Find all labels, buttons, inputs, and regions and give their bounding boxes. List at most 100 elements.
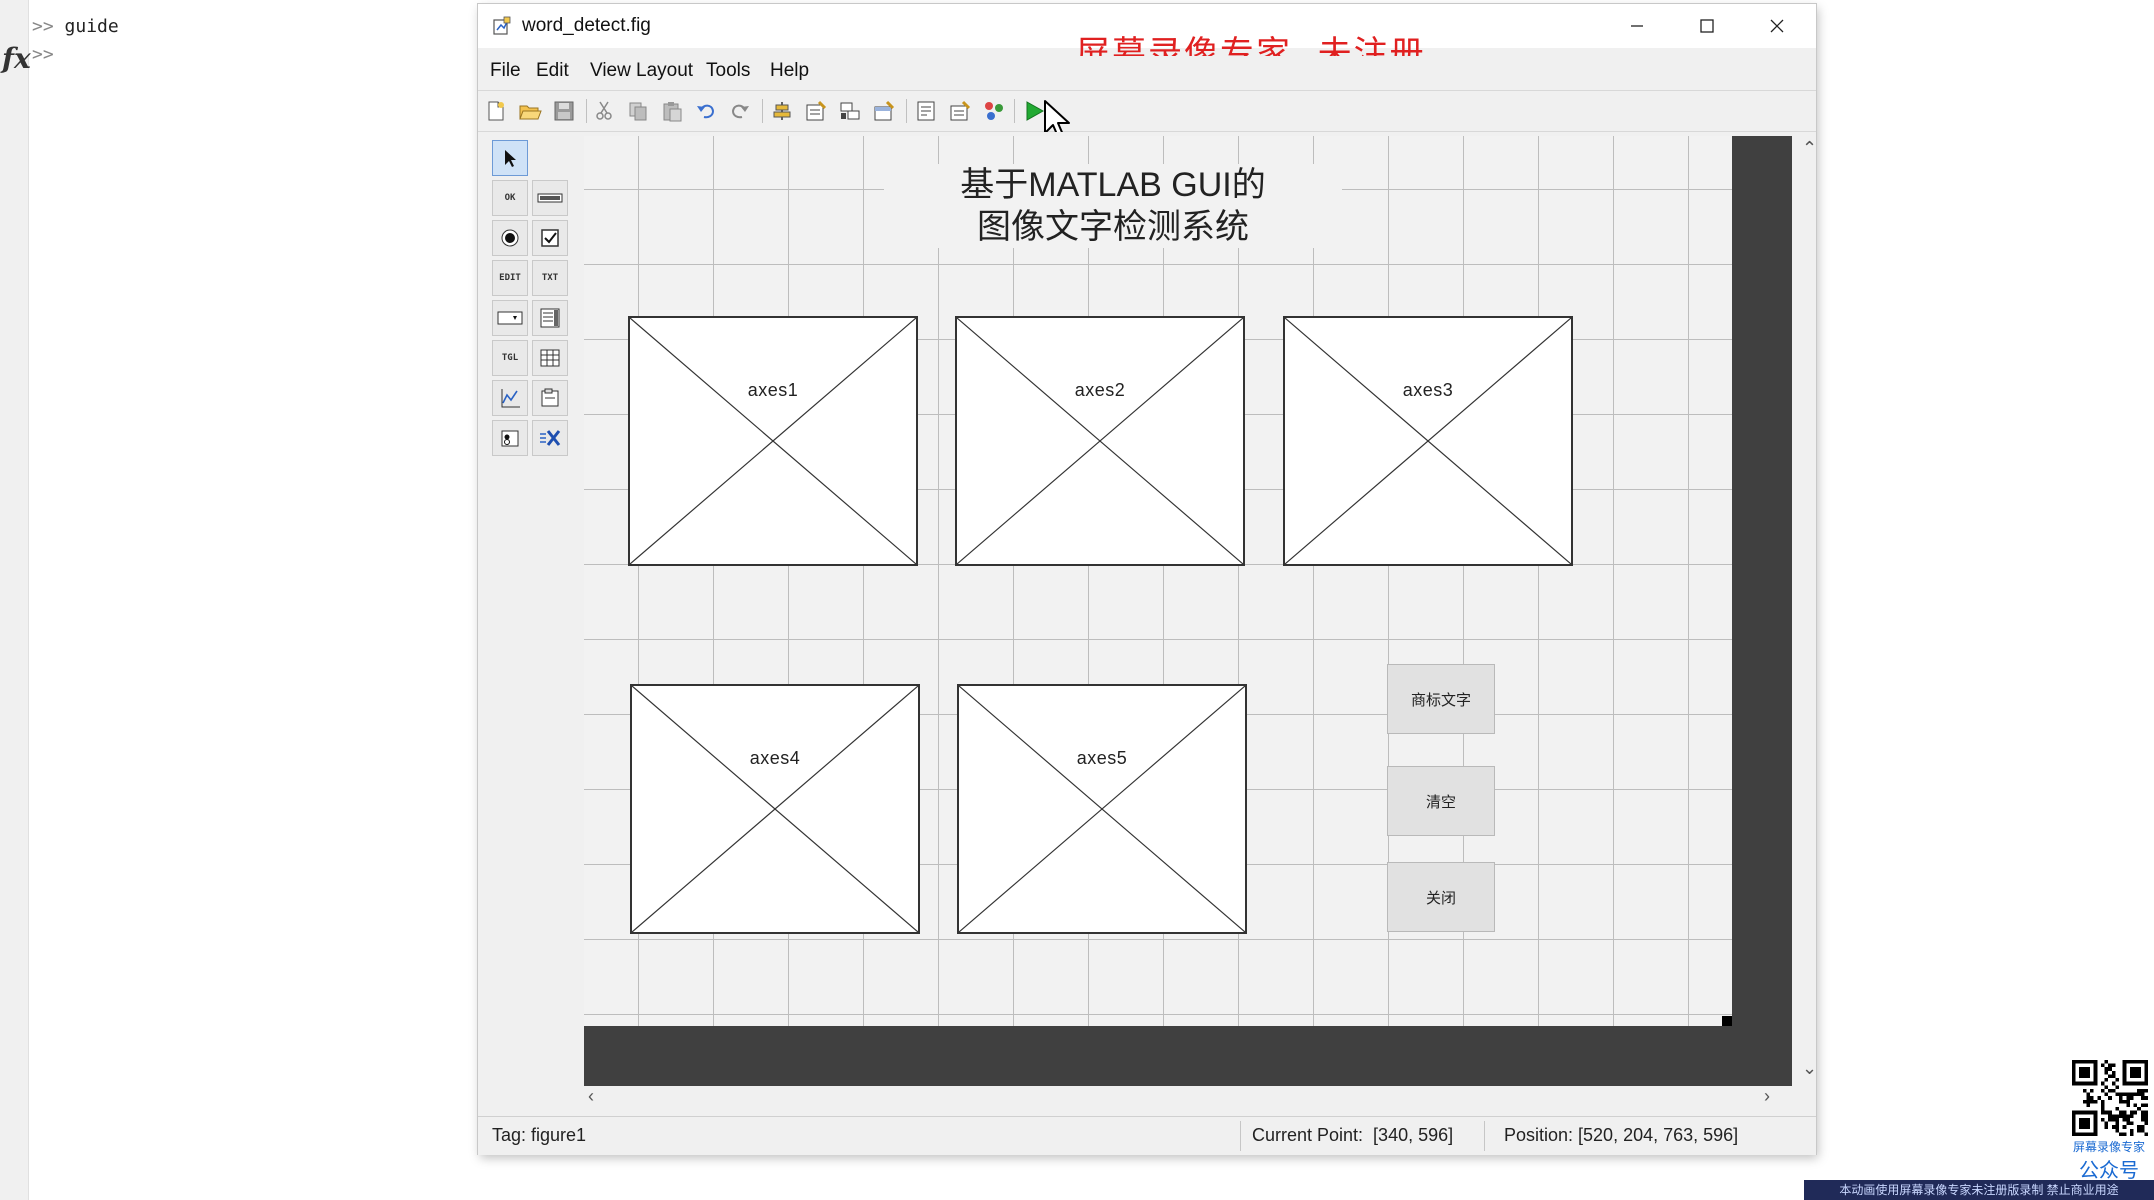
align-objects-icon xyxy=(773,102,791,120)
axes2-placeholder[interactable]: axes2 xyxy=(955,316,1245,566)
gui-title-static-text[interactable]: 基于MATLAB GUI的 图像文字检测系统 xyxy=(884,164,1342,248)
maximize-icon xyxy=(1700,19,1714,33)
axes-label: axes5 xyxy=(1074,748,1130,768)
check-box-tool-icon xyxy=(540,228,560,248)
axes-tool-icon xyxy=(499,387,521,409)
axes3-placeholder[interactable]: axes3 xyxy=(1283,316,1573,566)
editor-icon xyxy=(917,101,935,121)
status-separator xyxy=(1484,1121,1485,1151)
slider-tool-button[interactable] xyxy=(532,180,568,216)
menu-tools[interactable]: Tools xyxy=(706,60,750,82)
paste-icon xyxy=(663,102,682,122)
axes-cross-icon xyxy=(959,686,1245,932)
title-bar[interactable]: word_detect.fig 屏幕录像专家 未注册 xyxy=(478,4,1816,74)
object-browser-button[interactable] xyxy=(980,97,1008,125)
axes-cross-icon xyxy=(630,318,916,564)
panel-tool-icon xyxy=(539,387,561,409)
close-icon xyxy=(1770,19,1784,33)
popup-menu-tool-icon xyxy=(497,310,523,326)
horizontal-scrollbar[interactable]: ‹ › xyxy=(584,1086,1796,1112)
panel-tool-button[interactable] xyxy=(532,380,568,416)
copy-button[interactable] xyxy=(624,97,652,125)
scroll-left-icon[interactable]: ‹ xyxy=(588,1086,594,1107)
listbox-tool-button[interactable] xyxy=(532,300,568,336)
axes5-placeholder[interactable]: axes5 xyxy=(957,684,1247,934)
redo-button[interactable] xyxy=(726,97,754,125)
status-current-point: Current Point: [340, 596] xyxy=(1252,1125,1454,1145)
tab-order-button[interactable] xyxy=(836,97,864,125)
align-objects-button[interactable] xyxy=(768,97,796,125)
toggle-button-tool-button[interactable]: TGL xyxy=(492,340,528,376)
toolbar-editor-button[interactable] xyxy=(870,97,898,125)
vertical-scrollbar[interactable]: ⌃ ⌄ xyxy=(1796,132,1822,1088)
axes-tool-button[interactable] xyxy=(492,380,528,416)
edit-text-tool-button[interactable]: EDIT xyxy=(492,260,528,296)
figure-resize-handle[interactable] xyxy=(1722,1016,1732,1026)
radio-button-tool-button[interactable] xyxy=(492,220,528,256)
toolbar-separator xyxy=(762,99,763,123)
save-button[interactable] xyxy=(550,97,578,125)
command-window-gutter xyxy=(0,0,29,1200)
qr-caption-small: 屏幕录像专家 xyxy=(2072,1140,2145,1154)
layout-canvas[interactable]: 基于MATLAB GUI的 图像文字检测系统 axes1 axes2 axes3… xyxy=(584,132,1817,1106)
menu-bar: File Edit Layout View Tools Help xyxy=(478,56,1816,88)
minimize-icon xyxy=(1631,25,1643,27)
tab-order-icon xyxy=(840,102,860,120)
menu-view[interactable]: View xyxy=(590,60,631,82)
axes4-placeholder[interactable]: axes4 xyxy=(630,684,920,934)
static-text-tool-button[interactable]: TXT xyxy=(532,260,568,296)
property-inspector-button[interactable] xyxy=(946,97,974,125)
toolbar-editor-icon xyxy=(874,100,895,121)
cut-button[interactable] xyxy=(590,97,618,125)
activex-tool-button[interactable] xyxy=(532,420,568,456)
status-bar: Tag: figure1 Current Point: [340, 596] P… xyxy=(478,1116,1816,1155)
button-group-tool-icon xyxy=(499,427,521,449)
property-inspector-icon xyxy=(950,100,971,121)
command-line-2[interactable]: >> xyxy=(32,44,54,65)
scroll-right-icon[interactable]: › xyxy=(1764,1086,1770,1107)
copy-icon xyxy=(629,102,647,121)
maximize-button[interactable] xyxy=(1672,4,1742,48)
open-button[interactable] xyxy=(516,97,544,125)
toggle-button-tool-label: TGL xyxy=(501,353,519,363)
scroll-down-icon[interactable]: ⌄ xyxy=(1802,1058,1817,1079)
menu-layout[interactable]: Layout xyxy=(636,60,693,82)
qr-caption-large: 公众号 xyxy=(2079,1160,2139,1182)
check-box-tool-button[interactable] xyxy=(532,220,568,256)
select-tool-button[interactable] xyxy=(492,140,528,176)
object-browser-icon xyxy=(985,102,1003,120)
static-text-tool-label: TXT xyxy=(541,273,559,283)
recorder-banner: 本动画使用屏幕录像专家未注册版录制 禁止商业用途 xyxy=(1804,1180,2154,1200)
axes1-placeholder[interactable]: axes1 xyxy=(628,316,918,566)
table-tool-icon xyxy=(539,348,561,368)
qr-code-icon xyxy=(2072,1060,2148,1136)
window-title: word_detect.fig xyxy=(522,15,651,36)
menu-help[interactable]: Help xyxy=(770,60,809,82)
figure-layout-area[interactable]: 基于MATLAB GUI的 图像文字检测系统 axes1 axes2 axes3… xyxy=(584,136,1732,1026)
radio-button-tool-icon xyxy=(500,228,520,248)
editor-button[interactable] xyxy=(912,97,940,125)
clear-button[interactable]: 清空 xyxy=(1387,766,1495,836)
cut-icon xyxy=(596,101,612,120)
detect-text-button[interactable]: 商标文字 xyxy=(1387,664,1495,734)
new-file-button[interactable] xyxy=(482,97,510,125)
close-button[interactable]: 关闭 xyxy=(1387,862,1495,932)
undo-button[interactable] xyxy=(692,97,720,125)
scroll-up-icon[interactable]: ⌃ xyxy=(1802,138,1817,159)
popup-menu-tool-button[interactable] xyxy=(492,300,528,336)
menu-edit[interactable]: Edit xyxy=(536,60,569,82)
paste-button[interactable] xyxy=(658,97,686,125)
fx-icon: fx xyxy=(2,42,31,75)
close-window-button[interactable] xyxy=(1742,4,1812,48)
minimize-button[interactable] xyxy=(1602,4,1672,48)
table-tool-button[interactable] xyxy=(532,340,568,376)
canvas-border-bottom xyxy=(584,1026,1792,1086)
menu-file[interactable]: File xyxy=(490,60,521,82)
menu-editor-button[interactable] xyxy=(802,97,830,125)
push-button-tool-button[interactable]: OK xyxy=(492,180,528,216)
toolbar-separator xyxy=(586,99,587,123)
undo-icon xyxy=(697,104,715,119)
toolbar-separator xyxy=(1014,99,1015,123)
axes-label: axes1 xyxy=(745,380,801,400)
button-group-tool-button[interactable] xyxy=(492,420,528,456)
